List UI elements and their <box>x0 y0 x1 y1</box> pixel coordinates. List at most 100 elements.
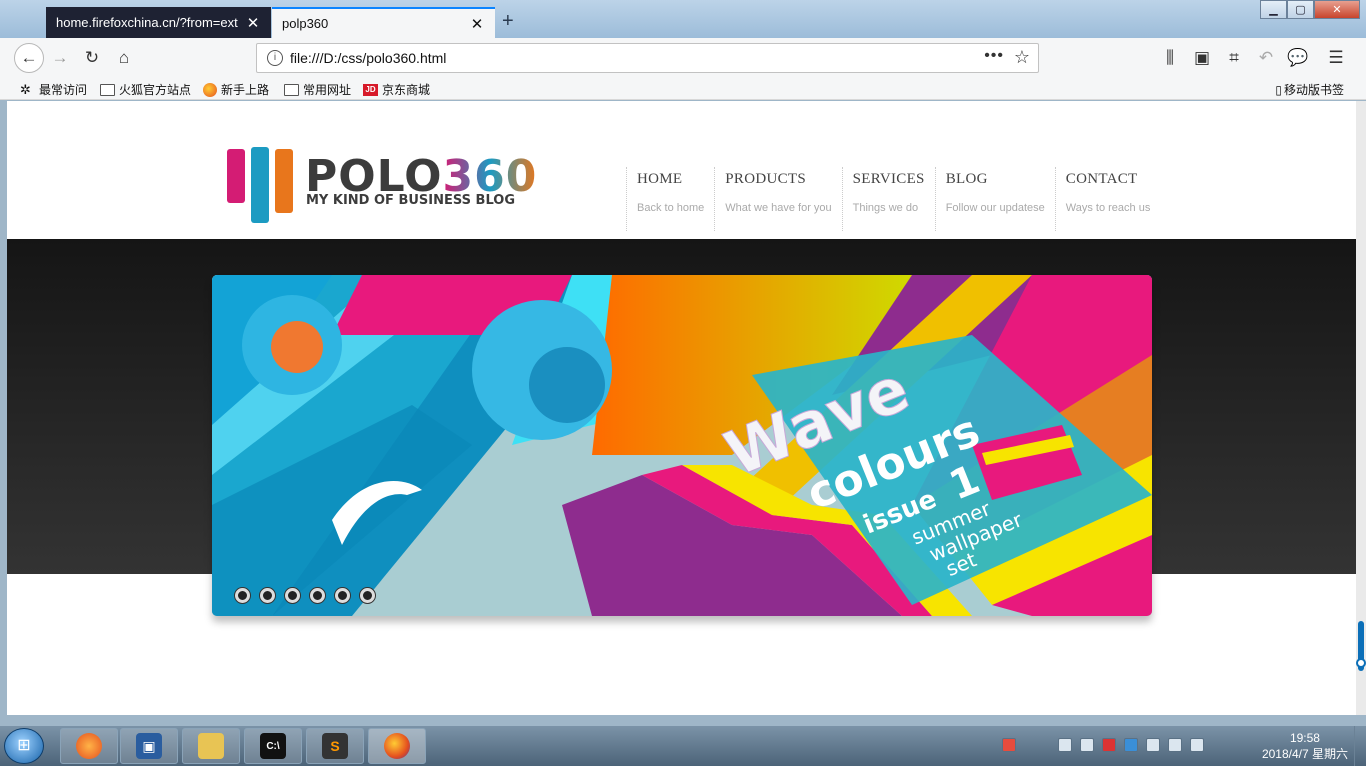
phone-icon: ▯ <box>1275 82 1282 97</box>
flag-icon[interactable] <box>1146 738 1160 752</box>
menu-subtitle: Back to home <box>637 202 705 214</box>
bookmark-label: 常用网址 <box>303 83 352 97</box>
folder-icon <box>100 83 115 96</box>
security-icon[interactable] <box>1102 738 1116 752</box>
screenshot-crop-icon[interactable]: ⌗ <box>1222 46 1246 70</box>
taskbar-app-sublime[interactable]: S <box>306 728 364 764</box>
taskbar-app-firefox[interactable] <box>368 728 426 764</box>
menu-title: SERVICES <box>852 171 925 187</box>
menu-title: PRODUCTS <box>725 171 807 187</box>
library-icon[interactable]: ⫼ <box>1158 46 1182 70</box>
info-icon[interactable]: i <box>267 50 283 66</box>
taskbar-app-virtualbox[interactable]: ▣ <box>120 728 178 764</box>
hamburger-menu-icon[interactable]: ☰ <box>1324 46 1348 70</box>
slide-image: Wave colours issue 1 summer wallpaper se… <box>212 275 1152 616</box>
bookmark-star-icon[interactable]: ☆ <box>1014 47 1030 68</box>
site-logo[interactable]: POLO360 MY KIND OF BUSINESS BLOG <box>225 145 536 225</box>
bookmark-label: 新手上路 <box>221 83 270 97</box>
fox-icon <box>76 733 102 759</box>
system-tray: 19:58 2018/4/7 星期六 <box>986 726 1366 766</box>
bookmark-common-sites[interactable]: 常用网址 <box>284 81 351 98</box>
language-icon[interactable] <box>1058 738 1072 752</box>
taskbar-app-cmd[interactable]: C:\ <box>244 728 302 764</box>
undo-icon[interactable]: ↶ <box>1254 46 1278 70</box>
taskbar: ⊞ ▣ C:\ S 19:58 2018/4/7 星期六 <box>0 726 1366 766</box>
page-actions-icon[interactable]: ••• <box>984 47 1004 65</box>
menu-item-contact[interactable]: CONTACT Ways to reach us <box>1054 167 1161 231</box>
slide-dot-6[interactable] <box>360 588 375 603</box>
maximize-icon[interactable]: ▢ <box>1287 0 1314 19</box>
bookmark-label: 最常访问 <box>39 83 88 97</box>
url-text[interactable]: file:///D:/css/polo360.html <box>290 50 446 66</box>
tab-firefoxchina[interactable]: home.firefoxchina.cn/?from=ext ✕ <box>46 7 271 38</box>
tab-polp360[interactable]: polp360 ✕ <box>272 7 495 38</box>
navigation-toolbar: ← → ↻ ⌂ i file:///D:/css/polo360.html ••… <box>0 38 1366 78</box>
clock-time: 19:58 <box>1289 731 1320 745</box>
reload-icon[interactable]: ↻ <box>80 46 104 70</box>
menu-subtitle: Ways to reach us <box>1065 202 1151 214</box>
show-desktop-button[interactable] <box>1354 726 1366 766</box>
clock-date: 2018/4/7 星期六 <box>1261 747 1348 761</box>
folder-icon <box>284 83 299 96</box>
bookmark-firefox-official[interactable]: 火狐官方站点 <box>100 81 191 98</box>
network-signal-icon[interactable] <box>1168 738 1182 752</box>
slide-dot-1[interactable] <box>235 588 250 603</box>
taskbar-app-explorer[interactable] <box>182 728 240 764</box>
bluetooth-icon[interactable] <box>1080 738 1094 752</box>
minimize-icon[interactable]: ▁ <box>1260 0 1287 19</box>
image-slider[interactable]: Wave colours issue 1 summer wallpaper se… <box>212 275 1152 616</box>
bookmark-label: 火狐官方站点 <box>119 83 192 97</box>
menu-subtitle: What we have for you <box>725 202 832 214</box>
menu-title: HOME <box>637 171 683 187</box>
update-icon[interactable] <box>1124 738 1138 752</box>
slide-dot-3[interactable] <box>285 588 300 603</box>
taskbar-app-firefox-fox[interactable] <box>60 728 118 764</box>
url-bar[interactable]: i file:///D:/css/polo360.html ••• ☆ <box>256 43 1039 73</box>
bookmark-label: 移动版书签 <box>1283 83 1344 97</box>
bookmarks-toolbar: ✲ 最常访问 火狐官方站点 新手上路 常用网址 JD 京东商城 ▯ 移动版书签 <box>0 78 1366 100</box>
system-clock[interactable]: 19:58 2018/4/7 星期六 <box>1262 730 1348 762</box>
virtualbox-icon: ▣ <box>136 733 162 759</box>
gear-icon: ✲ <box>20 81 31 97</box>
battery-icon[interactable] <box>1190 738 1204 752</box>
sidebar-icon[interactable]: ▣ <box>1190 46 1214 70</box>
tab-title: polp360 <box>282 16 329 31</box>
window-controls: ▁ ▢ ✕ <box>1260 0 1360 19</box>
close-icon[interactable]: ✕ <box>469 15 485 33</box>
menu-title: CONTACT <box>1065 171 1138 187</box>
firefox-icon <box>203 82 217 97</box>
folder-icon <box>198 733 224 759</box>
close-icon[interactable]: ✕ <box>245 14 261 32</box>
windows-start-icon[interactable]: ⊞ <box>4 728 44 764</box>
bookmark-most-visited[interactable]: ✲ 最常访问 <box>20 81 87 98</box>
chat-bubble-icon[interactable]: 💬 <box>1286 46 1310 70</box>
slide-dot-4[interactable] <box>310 588 325 603</box>
logo-tagline: MY KIND OF BUSINESS BLOG <box>306 193 515 208</box>
mobile-bookmarks[interactable]: ▯ 移动版书签 <box>1275 81 1344 98</box>
menu-item-home[interactable]: HOME Back to home <box>626 167 714 231</box>
bookmark-label: 京东商城 <box>382 83 431 97</box>
back-arrow-icon[interactable]: ← <box>14 43 44 73</box>
bookmark-getting-started[interactable]: 新手上路 <box>203 81 269 98</box>
menu-item-blog[interactable]: BLOG Follow our updatese <box>934 167 1055 231</box>
forward-arrow-icon[interactable]: → <box>48 46 72 70</box>
title-bar: home.firefoxchina.cn/?from=ext ✕ polp360… <box>0 0 1366 38</box>
window-close-icon[interactable]: ✕ <box>1314 0 1360 19</box>
page-viewport: POLO360 MY KIND OF BUSINESS BLOG HOME Ba… <box>7 101 1356 715</box>
scrollbar-knob[interactable] <box>1356 658 1366 668</box>
vertical-scrollbar[interactable] <box>1356 101 1366 715</box>
main-menu: HOME Back to home PRODUCTS What we have … <box>626 167 1160 231</box>
slide-dot-5[interactable] <box>335 588 350 603</box>
menu-subtitle: Things we do <box>852 202 919 214</box>
sogou-input-icon[interactable] <box>1002 738 1016 752</box>
menu-item-products[interactable]: PRODUCTS What we have for you <box>714 167 841 231</box>
bookmark-jd-mall[interactable]: JD 京东商城 <box>363 81 430 98</box>
tab-title: home.firefoxchina.cn/?from=ext <box>56 15 238 30</box>
slider-pagination <box>235 588 385 603</box>
home-icon[interactable]: ⌂ <box>112 46 136 70</box>
menu-item-services[interactable]: SERVICES Things we do <box>841 167 935 231</box>
menu-title: BLOG <box>945 171 988 187</box>
sublime-text-icon: S <box>322 733 348 759</box>
new-tab-plus-icon[interactable]: + <box>502 10 514 33</box>
slide-dot-2[interactable] <box>260 588 275 603</box>
